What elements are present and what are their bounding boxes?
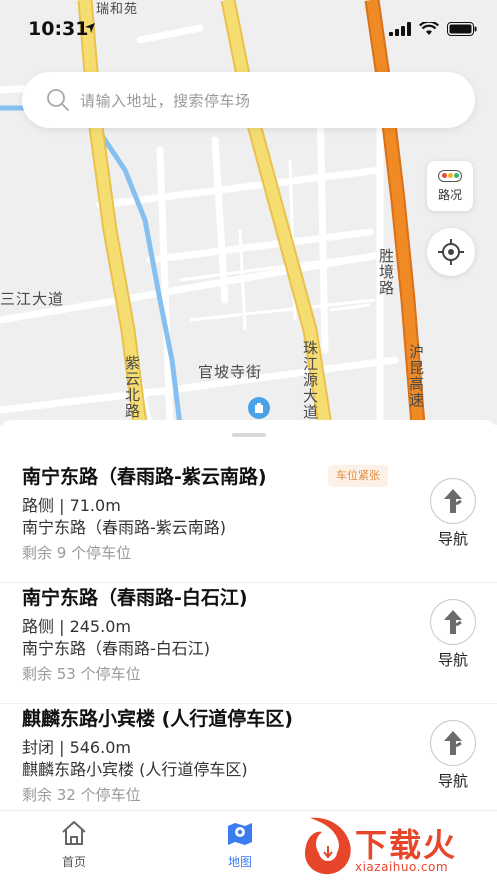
drag-handle[interactable] bbox=[232, 433, 266, 437]
search-input[interactable]: 请输入地址，搜索停车场 bbox=[80, 90, 251, 111]
parking-card[interactable]: 南宁东路（春雨路-紫云南路) 车位紧张 路侧 | 71.0m 南宁东路（春雨路-… bbox=[0, 462, 497, 583]
tab-home-label: 首页 bbox=[61, 855, 86, 869]
navigation-arrow-icon bbox=[444, 731, 462, 755]
parking-card[interactable]: 麒麟东路小宾楼 (人行道停车区) 封闭 | 546.0m 麒麟东路小宾楼 (人行… bbox=[0, 704, 497, 810]
parking-type-distance: 封闭 | 546.0m bbox=[22, 738, 131, 757]
navigate-label[interactable]: 导航 bbox=[425, 649, 481, 670]
status-badge: 车位紧张 bbox=[328, 465, 388, 487]
navigate-button[interactable] bbox=[430, 720, 476, 766]
locate-me-button[interactable] bbox=[427, 228, 475, 276]
parking-type-distance: 路侧 | 245.0m bbox=[22, 617, 131, 636]
navigation-arrow-icon bbox=[444, 489, 462, 513]
battery-icon bbox=[447, 22, 477, 36]
map-label-zhujiangyuan: 珠江源大道 bbox=[301, 340, 319, 420]
parking-remaining: 剩余 9 个停车位 bbox=[22, 544, 132, 562]
traffic-light-icon bbox=[438, 169, 462, 182]
navigate-label[interactable]: 导航 bbox=[425, 528, 481, 549]
tab-map[interactable]: 地图 bbox=[200, 819, 280, 870]
parking-address: 南宁东路（春雨路-紫云南路) bbox=[22, 518, 227, 537]
parking-address: 南宁东路（春雨路-白石江) bbox=[22, 639, 211, 658]
navigation-arrow-icon bbox=[444, 610, 462, 634]
traffic-toggle-button[interactable]: 路况 bbox=[427, 161, 473, 211]
wifi-icon bbox=[419, 22, 439, 35]
parking-title: 南宁东路（春雨路-白石江) bbox=[22, 587, 248, 609]
parking-remaining: 剩余 53 个停车位 bbox=[22, 665, 141, 683]
parking-card[interactable]: 南宁东路（春雨路-白石江) 路侧 | 245.0m 南宁东路（春雨路-白石江) … bbox=[0, 583, 497, 704]
parking-list-sheet[interactable]: 南宁东路（春雨路-紫云南路) 车位紧张 路侧 | 71.0m 南宁东路（春雨路-… bbox=[0, 420, 497, 810]
map-label-hukun: 沪昆高速 bbox=[407, 344, 425, 408]
home-icon bbox=[62, 821, 86, 845]
parking-title: 麒麟东路小宾楼 (人行道停车区) bbox=[22, 708, 293, 730]
location-arrow-icon bbox=[85, 23, 95, 33]
map-icon bbox=[228, 823, 252, 845]
tab-home[interactable]: 首页 bbox=[34, 819, 114, 870]
status-time: 10:31 bbox=[28, 18, 89, 40]
parking-title: 南宁东路（春雨路-紫云南路) bbox=[22, 466, 267, 488]
watermark-url: xiazaihuo.com bbox=[355, 860, 449, 874]
map-label-guanpo: 官坡寺街 bbox=[198, 363, 263, 381]
parking-type-distance: 路侧 | 71.0m bbox=[22, 496, 121, 515]
navigate-button[interactable] bbox=[430, 599, 476, 645]
parking-remaining: 剩余 32 个停车位 bbox=[22, 786, 141, 804]
map-view[interactable]: 瑞和苑 三江大道 胜境路 紫云北路 官坡寺街 珠江源大道 沪昆高速 10:31 bbox=[0, 0, 497, 425]
search-bar[interactable]: 请输入地址，搜索停车场 bbox=[22, 72, 475, 128]
map-label-ziyun-bei: 紫云北路 bbox=[123, 355, 141, 419]
navigate-button[interactable] bbox=[430, 478, 476, 524]
search-icon bbox=[47, 89, 69, 111]
map-label-shengjing: 胜境路 bbox=[377, 248, 395, 296]
crosshair-icon bbox=[438, 239, 464, 265]
map-label-sanjiang: 三江大道 bbox=[0, 290, 65, 308]
parking-address: 麒麟东路小宾楼 (人行道停车区) bbox=[22, 760, 248, 779]
navigate-label[interactable]: 导航 bbox=[425, 770, 481, 791]
tab-map-label: 地图 bbox=[227, 855, 252, 869]
poi-marker-icon[interactable] bbox=[248, 397, 270, 419]
cellular-signal-icon bbox=[389, 22, 411, 36]
river bbox=[0, 105, 183, 425]
status-bar: 10:31 bbox=[0, 0, 497, 60]
traffic-label: 路况 bbox=[437, 187, 462, 202]
